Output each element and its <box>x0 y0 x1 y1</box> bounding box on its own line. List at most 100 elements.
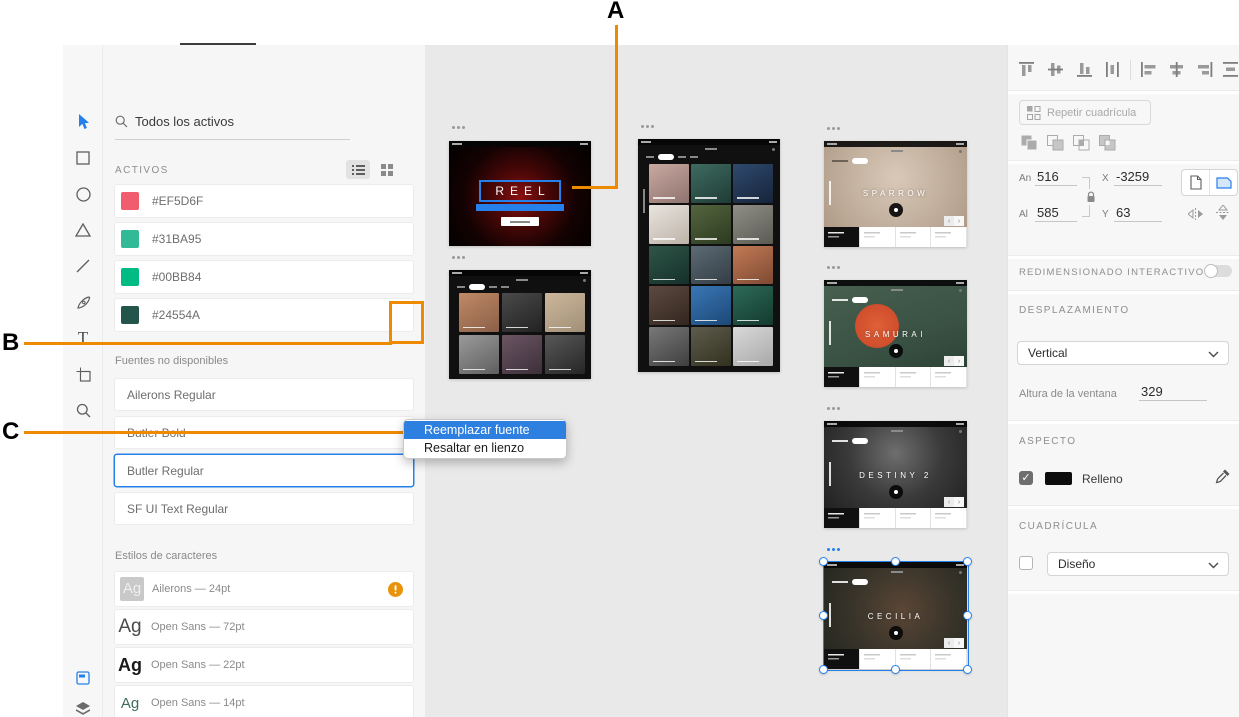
artboard-samurai[interactable]: SAMURAI ‹ › <box>824 280 967 387</box>
design-canvas[interactable]: REEL SPARROW ‹ › SAMURAI ‹ › DESTINY 2 ‹… <box>425 45 1007 717</box>
selection-handle[interactable] <box>819 665 828 674</box>
boolean-add-button[interactable] <box>1021 135 1038 156</box>
artboard-title-dots[interactable] <box>452 126 465 129</box>
color-asset-row[interactable]: #EF5D6F <box>115 185 413 217</box>
selection-handle[interactable] <box>963 665 972 674</box>
scrolling-dropdown[interactable]: Vertical <box>1017 341 1229 365</box>
selection-handle[interactable] <box>891 665 900 674</box>
artboard-title-dots-selected[interactable] <box>827 548 840 551</box>
repeat-grid-button[interactable]: Repetir cuadrícula <box>1019 100 1151 125</box>
artboard-sparrow[interactable]: SPARROW ‹ › <box>824 141 967 247</box>
gallery-thumbnail[interactable] <box>733 164 773 203</box>
artboard-tool[interactable] <box>63 361 103 387</box>
gallery-thumbnail[interactable] <box>545 293 585 332</box>
artboard-title-dots[interactable] <box>827 407 840 410</box>
gallery-thumbnail[interactable] <box>691 286 731 326</box>
gallery-thumbnail[interactable] <box>649 286 689 326</box>
flip-vertical-button[interactable] <box>1216 204 1230 225</box>
artboard-gallery-small[interactable] <box>449 270 591 379</box>
gallery-thumbnail[interactable] <box>691 245 731 285</box>
boolean-exclude-button[interactable] <box>1099 135 1116 156</box>
align-bottom-button[interactable] <box>1077 62 1094 82</box>
menu-item-highlight-on-canvas[interactable]: Resaltar en lienzo <box>404 439 566 457</box>
grid-checkbox[interactable] <box>1019 556 1033 570</box>
gallery-thumbnail[interactable] <box>649 327 689 366</box>
char-style-row[interactable]: Ag Open Sans — 14pt <box>115 686 413 717</box>
width-input[interactable]: 516 <box>1035 169 1077 186</box>
layers-panel-toggle[interactable] <box>63 695 103 717</box>
line-tool[interactable] <box>63 253 103 279</box>
gallery-thumbnail[interactable] <box>691 164 731 203</box>
boolean-intersect-button[interactable] <box>1073 135 1090 156</box>
align-vcenter-button[interactable] <box>1048 62 1065 82</box>
font-row-selected[interactable]: Butler Regular <box>115 455 413 486</box>
distribute-horizontal-button[interactable] <box>1106 62 1119 82</box>
flip-horizontal-button[interactable] <box>1187 207 1203 225</box>
artboard-destiny[interactable]: DESTINY 2 ‹ › <box>824 421 967 528</box>
selection-handle[interactable] <box>819 611 828 620</box>
gallery-thumbnail[interactable] <box>649 164 689 203</box>
gallery-thumbnail[interactable] <box>733 245 773 285</box>
grid-type-dropdown[interactable]: Diseño <box>1047 552 1229 576</box>
align-left-button[interactable] <box>1141 62 1157 82</box>
gallery-thumbnail[interactable] <box>733 327 773 366</box>
align-top-button[interactable] <box>1019 62 1036 82</box>
fill-checkbox[interactable]: ✓ <box>1019 471 1033 485</box>
portrait-orientation-button[interactable] <box>1182 170 1210 195</box>
polygon-tool[interactable] <box>63 217 103 243</box>
char-style-row[interactable]: Ag Open Sans — 72pt <box>115 610 413 644</box>
artboard-title-dots[interactable] <box>827 266 840 269</box>
rectangle-tool[interactable] <box>63 145 103 171</box>
select-tool[interactable] <box>63 109 103 135</box>
lock-icon[interactable] <box>1086 191 1096 203</box>
gallery-thumbnail[interactable] <box>459 293 499 332</box>
selection-handle[interactable] <box>891 557 900 566</box>
color-asset-row[interactable]: #31BA95 <box>115 223 413 255</box>
gallery-thumbnail[interactable] <box>502 293 542 332</box>
gallery-thumbnail[interactable] <box>649 245 689 285</box>
menu-item-replace-font[interactable]: Reemplazar fuente <box>404 421 566 439</box>
gallery-thumbnail[interactable] <box>691 204 731 244</box>
selection-handle[interactable] <box>819 557 828 566</box>
artboard-title-dots[interactable] <box>827 127 840 130</box>
align-hcenter-button[interactable] <box>1169 62 1185 82</box>
color-asset-row[interactable]: #24554A <box>115 299 413 331</box>
asset-filter[interactable]: Todos los activos <box>115 109 365 133</box>
x-input[interactable]: -3259 <box>1114 169 1162 186</box>
list-view-button[interactable] <box>346 160 370 179</box>
gallery-thumbnail[interactable] <box>733 286 773 326</box>
font-row[interactable]: Ailerons Regular <box>115 379 413 410</box>
char-style-row[interactable]: Ag Open Sans — 22pt <box>115 648 413 682</box>
align-right-button[interactable] <box>1197 62 1213 82</box>
artboard-title-dots[interactable] <box>641 125 654 128</box>
artboard-cecilia[interactable]: CECILIA ‹ › <box>824 562 967 669</box>
eyedropper-icon[interactable] <box>1215 468 1231 484</box>
artboard-gallery-tall[interactable] <box>638 139 780 372</box>
selection-handle[interactable] <box>963 557 972 566</box>
gallery-thumbnail[interactable] <box>649 204 689 244</box>
font-row[interactable]: SF UI Text Regular <box>115 493 413 524</box>
height-input[interactable]: 585 <box>1035 205 1077 222</box>
boolean-subtract-button[interactable] <box>1047 135 1064 156</box>
y-input[interactable]: 63 <box>1114 205 1162 222</box>
gallery-thumbnail[interactable] <box>733 204 773 244</box>
responsive-resize-toggle[interactable] <box>1204 264 1232 278</box>
pen-tool[interactable] <box>63 289 103 315</box>
grid-view-button[interactable] <box>375 160 399 179</box>
char-style-row[interactable]: Ag Ailerons — 24pt <box>115 572 413 606</box>
ellipse-tool[interactable] <box>63 181 103 207</box>
gallery-thumbnail[interactable] <box>691 327 731 366</box>
artboard-reel[interactable]: REEL <box>449 141 591 246</box>
gallery-thumbnail[interactable] <box>545 335 585 374</box>
gallery-thumbnail[interactable] <box>502 335 542 374</box>
landscape-orientation-button[interactable] <box>1210 170 1237 195</box>
viewport-height-input[interactable]: 329 <box>1139 384 1207 401</box>
artboard-title-dots[interactable] <box>452 256 465 259</box>
text-tool[interactable]: T <box>63 325 103 351</box>
color-asset-row[interactable]: #00BB84 <box>115 261 413 293</box>
gallery-thumbnail[interactable] <box>459 335 499 374</box>
fill-color-swatch[interactable] <box>1045 472 1072 485</box>
assets-panel-toggle[interactable] <box>63 665 103 691</box>
distribute-vertical-button[interactable] <box>1223 62 1239 82</box>
selection-handle[interactable] <box>963 611 972 620</box>
